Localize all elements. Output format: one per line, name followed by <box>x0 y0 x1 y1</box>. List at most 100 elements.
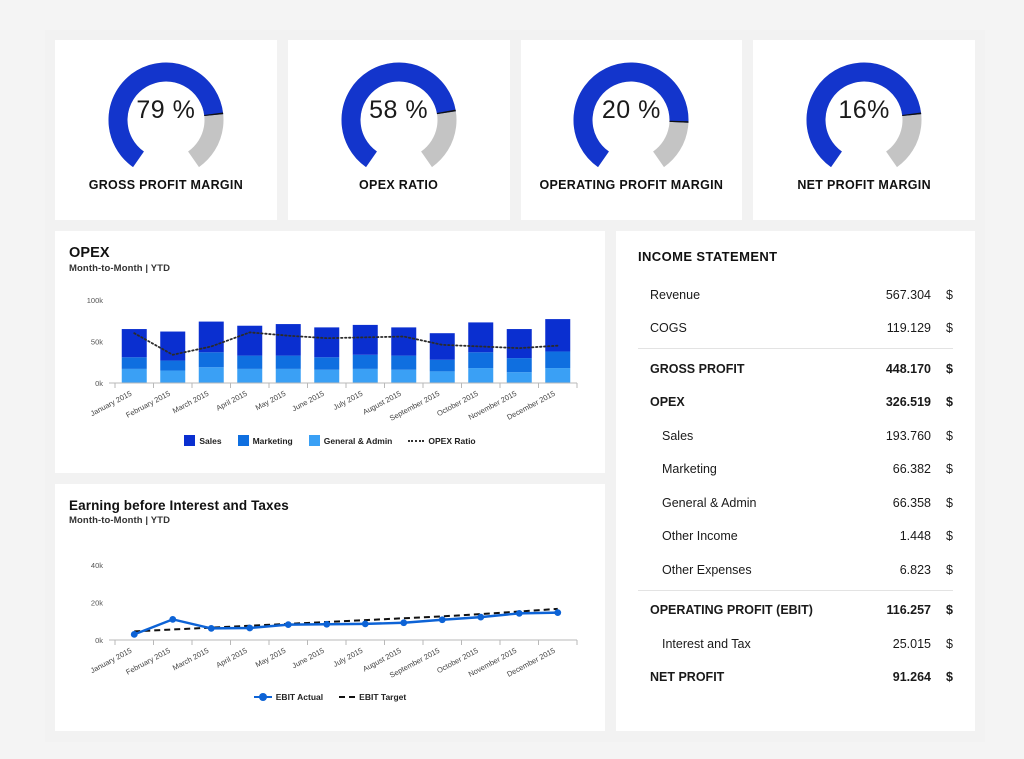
statement-row-label: OPEX <box>650 395 685 410</box>
ebit-chart-card: Earning before Interest and Taxes Month-… <box>55 484 605 731</box>
svg-text:May 2015: May 2015 <box>254 646 287 669</box>
statement-row-currency: $ <box>946 428 953 443</box>
statement-row-currency: $ <box>946 287 953 302</box>
svg-text:June 2015: June 2015 <box>291 646 326 670</box>
ebit-chart-subtitle: Month-to-Month | YTD <box>69 515 171 526</box>
statement-row-amount: 116.257 <box>886 603 932 618</box>
svg-text:June 2015: June 2015 <box>291 389 326 413</box>
legend-label: OPEX Ratio <box>428 435 476 446</box>
statement-row: Revenue 567.304 $ <box>638 278 953 312</box>
statement-divider <box>638 589 953 591</box>
svg-text:April 2015: April 2015 <box>215 389 249 413</box>
statement-row: Other Expenses 6.823 $ <box>638 553 953 587</box>
svg-text:50k: 50k <box>91 338 103 347</box>
kpi-card-gross-profit-margin[interactable]: 79 % GROSS PROFIT MARGIN <box>55 40 277 220</box>
opex-chart-subtitle: Month-to-Month | YTD <box>69 263 171 274</box>
ebit-legend: EBIT Actual EBIT Target <box>69 692 591 702</box>
statement-row-amount: 66.358 <box>892 495 931 510</box>
marketing-swatch <box>237 435 249 446</box>
kpi-label: OPERATING PROFIT MARGIN <box>539 178 724 192</box>
statement-row-label: Sales <box>662 428 694 443</box>
legend-label: General & Admin <box>323 435 393 446</box>
statement-row: NET PROFIT 91.264 $ <box>638 661 953 695</box>
statement-row-currency: $ <box>946 562 953 577</box>
statement-row: OPEX 326.519 $ <box>638 386 953 420</box>
kpi-value: 79 % <box>136 96 196 124</box>
kpi-label: OPEX RATIO <box>359 178 439 192</box>
kpi-card-opex-ratio[interactable]: 58 % OPEX RATIO <box>287 40 510 220</box>
statement-row-currency: $ <box>946 636 953 651</box>
statement-row: COGS 119.129 $ <box>638 312 953 346</box>
ebit-target-line-icon <box>339 696 356 698</box>
legend-item-opex-ratio[interactable]: OPEX Ratio <box>408 435 476 446</box>
svg-text:March 2015: March 2015 <box>171 646 210 673</box>
svg-text:July 2015: July 2015 <box>332 389 365 412</box>
income-statement-card: INCOME STATEMENT Revenue 567.304 $ COGS 119.… <box>616 231 975 731</box>
statement-row-amount: 326.519 <box>885 395 931 410</box>
statement-row: Sales 193.760 $ <box>638 419 953 453</box>
kpi-value: 16% <box>838 96 890 124</box>
legend-item-sales[interactable]: Sales <box>184 435 222 446</box>
statement-row-amount: 91.264 <box>892 670 931 685</box>
statement-row-amount: 66.382 <box>892 462 931 477</box>
statement-row-amount: 6.823 <box>899 562 931 577</box>
legend-label: EBIT Target <box>359 692 407 702</box>
statement-row-currency: $ <box>946 670 953 685</box>
statement-row-currency: $ <box>946 361 953 376</box>
statement-row-label: General & Admin <box>662 495 757 510</box>
ebit-chart-title: Earning before Interest and Taxes <box>69 498 289 513</box>
statement-row-label: GROSS PROFIT <box>650 361 745 376</box>
ebit-actual-line-icon <box>253 693 272 701</box>
statement-row: Other Income 1.448 $ <box>638 520 953 554</box>
legend-item-ebit-actual[interactable]: EBIT Actual <box>253 692 324 702</box>
svg-text:March 2015: March 2015 <box>171 389 210 416</box>
svg-text:40k: 40k <box>91 561 103 570</box>
statement-row: General & Admin 66.358 $ <box>638 486 953 520</box>
income-statement-title: INCOME STATEMENT <box>638 249 778 264</box>
gauge-operating-profit-margin: 20 % <box>561 52 701 172</box>
statement-row-label: Other Income <box>662 529 738 544</box>
statement-row-amount: 567.304 <box>885 287 931 302</box>
statement-row-amount: 448.170 <box>885 361 931 376</box>
statement-row-label: OPERATING PROFIT (EBIT) <box>650 603 813 618</box>
general-admin-swatch <box>308 435 320 446</box>
gauge-gross-profit-margin: 79 % <box>96 52 236 172</box>
svg-text:100k: 100k <box>87 296 104 305</box>
statement-divider <box>638 348 953 349</box>
statement-row-label: COGS <box>650 321 687 336</box>
svg-text:0k: 0k <box>95 636 103 645</box>
opex-ratio-line-icon <box>408 439 425 442</box>
svg-text:February 2015: February 2015 <box>124 389 171 420</box>
svg-text:20k: 20k <box>91 599 103 608</box>
kpi-card-operating-profit-margin[interactable]: 20 % OPERATING PROFIT MARGIN <box>520 40 743 220</box>
kpi-card-net-profit-margin[interactable]: 16% NET PROFIT MARGIN <box>753 40 975 220</box>
statement-row-amount: 1.448 <box>899 529 931 544</box>
opex-legend: Sales Marketing General & Admin OPEX Rat… <box>69 435 591 446</box>
statement-row-label: Revenue <box>650 287 701 302</box>
legend-item-general-admin[interactable]: General & Admin <box>308 435 393 446</box>
kpi-row: 79 % GROSS PROFIT MARGIN 58 % OPEX RATIO <box>55 40 975 220</box>
gauge-opex-ratio: 58 % <box>329 52 469 172</box>
svg-text:July 2015: July 2015 <box>332 646 365 669</box>
legend-label: EBIT Actual <box>275 692 324 702</box>
sales-swatch <box>184 435 196 446</box>
statement-row-currency: $ <box>946 321 953 336</box>
statement-row-currency: $ <box>946 529 953 544</box>
statement-row-currency: $ <box>946 495 953 510</box>
opex-plot-area: 0k 50k 100k January 2015 February 2015 March … <box>69 280 591 435</box>
legend-item-ebit-target[interactable]: EBIT Target <box>339 692 406 702</box>
legend-item-marketing[interactable]: Marketing <box>237 435 293 446</box>
svg-text:May 2015: May 2015 <box>254 389 287 412</box>
statement-row: Marketing 66.382 $ <box>638 453 953 487</box>
main-content: OPEX Month-to-Month | YTD 0k 50k 100k Janua… <box>55 231 975 731</box>
statement-row: GROSS PROFIT 448.170 $ <box>638 352 953 386</box>
statement-row-label: Marketing <box>662 462 717 477</box>
opex-chart-title: OPEX <box>69 245 110 261</box>
dashboard-root: 79 % GROSS PROFIT MARGIN 58 % OPEX RATIO <box>45 30 985 742</box>
statement-row-label: Other Expenses <box>662 562 752 577</box>
statement-row-label: Interest and Tax <box>662 636 751 651</box>
statement-row-currency: $ <box>946 395 953 410</box>
svg-text:February 2015: February 2015 <box>124 646 171 677</box>
kpi-value: 20 % <box>601 96 661 124</box>
ebit-plot-area: 0k 20k 40k January 2015 February 2015 March 2… <box>69 532 591 692</box>
